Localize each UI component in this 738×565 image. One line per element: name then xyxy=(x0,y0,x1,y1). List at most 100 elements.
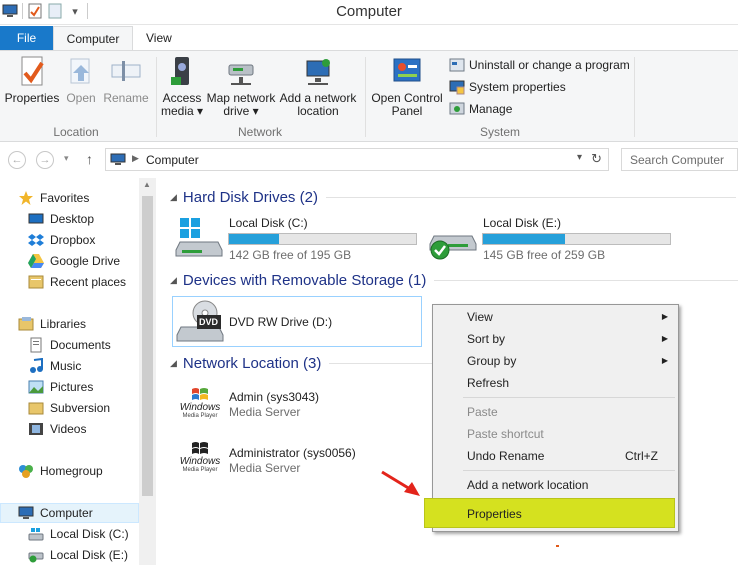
star-icon xyxy=(19,191,33,205)
windows-flag-icon xyxy=(192,442,208,454)
sidebar-item-pictures[interactable]: Pictures xyxy=(28,377,93,397)
open-control-panel-button[interactable]: Open Control Panel xyxy=(370,55,444,118)
sidebar-label: Local Disk (E:) xyxy=(50,548,129,562)
tab-computer[interactable]: Computer xyxy=(53,26,133,51)
properties-button[interactable]: Properties xyxy=(4,55,60,105)
sidebar-item-libraries[interactable]: Libraries xyxy=(18,314,86,334)
drive-dvd[interactable]: DVD DVD RW Drive (D:) xyxy=(172,296,422,347)
sidebar-label: Homegroup xyxy=(40,464,103,478)
open-button[interactable]: Open xyxy=(62,55,100,105)
access-media-button[interactable]: Access media ▾ xyxy=(160,55,204,118)
manage-icon xyxy=(449,102,465,115)
refresh-icon[interactable]: ↻ xyxy=(591,151,602,167)
collapse-chevron-icon[interactable]: ◢ xyxy=(170,275,177,286)
menu-item-label: Paste xyxy=(467,405,498,419)
sidebar-item-google-drive[interactable]: Google Drive xyxy=(28,251,120,271)
menu-item-view[interactable]: View ▶ xyxy=(433,307,678,327)
menu-item-group-by[interactable]: Group by ▶ xyxy=(433,351,678,371)
menu-item-label: Group by xyxy=(467,354,517,368)
sidebar-item-dropbox[interactable]: Dropbox xyxy=(28,230,95,250)
map-network-drive-button[interactable]: Map network drive ▾ xyxy=(205,55,277,118)
menu-item-add-network-location[interactable]: Add a network location xyxy=(433,475,678,495)
sidebar-label: Libraries xyxy=(40,317,87,331)
network-item-admin[interactable]: Windows Media Player Admin (sys3043) Med… xyxy=(176,386,426,426)
sidebar-label: Google Drive xyxy=(50,254,121,268)
sidebar-item-homegroup[interactable]: Homegroup xyxy=(18,461,103,481)
breadcrumb-chevron-icon[interactable]: ▶ xyxy=(132,153,139,164)
forward-button[interactable]: → xyxy=(36,151,54,169)
manage-button[interactable]: Manage xyxy=(449,99,512,119)
uninstall-program-label: Uninstall or change a program xyxy=(469,58,630,72)
sidebar-scroll-thumb[interactable] xyxy=(142,196,153,496)
wmp-logo-line1: Windows xyxy=(179,402,221,413)
sidebar-item-documents[interactable]: Documents xyxy=(28,335,111,355)
sidebar-item-recent-places[interactable]: Recent places xyxy=(28,272,126,292)
sidebar-item-computer[interactable]: Computer xyxy=(18,503,93,523)
search-input[interactable]: Search Computer xyxy=(621,148,738,171)
drive-free-space: 145 GB free of 259 GB xyxy=(483,248,606,262)
breadcrumb-computer[interactable]: Computer xyxy=(146,153,199,167)
properties-button-label: Properties xyxy=(4,91,60,105)
network-item-type: Media Server xyxy=(229,405,301,419)
collapse-chevron-icon[interactable]: ◢ xyxy=(170,358,177,369)
menu-item-sort-by[interactable]: Sort by ▶ xyxy=(433,329,678,349)
location-group-label: Location xyxy=(53,125,99,139)
collapse-chevron-icon[interactable]: ◢ xyxy=(170,192,177,203)
drive-name: DVD RW Drive (D:) xyxy=(229,315,333,329)
sidebar-scrollbar[interactable]: ▲ xyxy=(139,178,156,565)
menu-item-properties-label: Properties xyxy=(467,507,522,521)
sidebar-item-subversion[interactable]: Subversion xyxy=(28,398,110,418)
scroll-up-icon[interactable]: ▲ xyxy=(143,180,151,189)
windows-media-player-logo: Windows Media Player xyxy=(179,440,221,480)
section-title: Devices with Removable Storage (1) xyxy=(182,272,427,289)
address-bar[interactable]: ▶ Computer ▾ ↻ xyxy=(105,148,609,171)
drive-c[interactable]: Local Disk (C:) 142 GB free of 195 GB xyxy=(172,210,422,262)
section-hard-disk-drives[interactable]: ◢ Hard Disk Drives (2) xyxy=(170,189,736,206)
add-network-location-icon xyxy=(306,59,330,85)
recent-locations-dropdown-icon[interactable]: ▾ xyxy=(64,153,69,164)
tab-view[interactable]: View xyxy=(146,26,172,50)
system-properties-button[interactable]: System properties xyxy=(449,77,566,97)
uninstall-program-button[interactable]: Uninstall or change a program xyxy=(449,55,630,75)
ribbon-separator xyxy=(365,57,366,137)
sidebar-item-favorites[interactable]: Favorites xyxy=(18,188,89,208)
tab-file[interactable]: File xyxy=(0,26,53,50)
menu-item-refresh[interactable]: Refresh xyxy=(433,373,678,393)
up-button[interactable]: ↑ xyxy=(86,151,93,167)
sidebar-item-videos[interactable]: Videos xyxy=(28,419,86,439)
local-disk-e-icon xyxy=(429,235,477,260)
section-network-location[interactable]: ◢ Network Location (3) xyxy=(170,355,440,372)
sidebar-item-desktop[interactable]: Desktop xyxy=(28,209,94,229)
sidebar-label: Documents xyxy=(50,338,111,352)
drive-e[interactable]: Local Disk (E:) 145 GB free of 259 GB xyxy=(426,210,676,262)
sidebar-item-local-disk-e[interactable]: Local Disk (E:) xyxy=(28,545,128,565)
sidebar-item-local-disk-c[interactable]: Local Disk (C:) xyxy=(28,524,129,544)
menu-item-properties[interactable] xyxy=(424,498,675,528)
add-network-location-button[interactable]: Add a network location xyxy=(279,55,357,118)
window-title: Computer xyxy=(336,3,402,20)
drive-free-space: 142 GB free of 195 GB xyxy=(229,248,352,262)
decorative-dot xyxy=(556,545,559,547)
menu-item-paste[interactable]: Paste xyxy=(433,402,678,422)
navigation-pane: Favorites Desktop Dropbox Google Drive R… xyxy=(0,178,156,565)
address-dropdown-icon[interactable]: ▾ xyxy=(577,152,582,163)
menu-item-label: Paste shortcut xyxy=(467,427,544,441)
dropbox-icon xyxy=(28,234,44,246)
network-item-name: Admin (sys3043) xyxy=(229,390,320,404)
rename-icon xyxy=(111,61,141,81)
rename-button[interactable]: Rename xyxy=(102,55,150,105)
sidebar-item-music[interactable]: Music xyxy=(28,356,81,376)
local-disk-c-icon xyxy=(175,218,223,257)
back-button[interactable]: ← xyxy=(8,151,26,169)
system-group-label: System xyxy=(479,125,520,139)
system-properties-label: System properties xyxy=(469,80,566,94)
menu-item-paste-shortcut[interactable]: Paste shortcut xyxy=(433,424,678,444)
menu-item-label: Refresh xyxy=(467,376,510,390)
menu-item-label: Undo Rename xyxy=(467,449,545,463)
section-removable-storage[interactable]: ◢ Devices with Removable Storage (1) xyxy=(170,272,738,289)
menu-item-undo-rename[interactable]: Undo Rename Ctrl+Z xyxy=(433,446,678,466)
menu-separator xyxy=(463,470,675,471)
computer-icon xyxy=(18,506,34,519)
sidebar-label: Videos xyxy=(50,422,87,436)
title-bar: ▾ Computer xyxy=(0,0,738,25)
